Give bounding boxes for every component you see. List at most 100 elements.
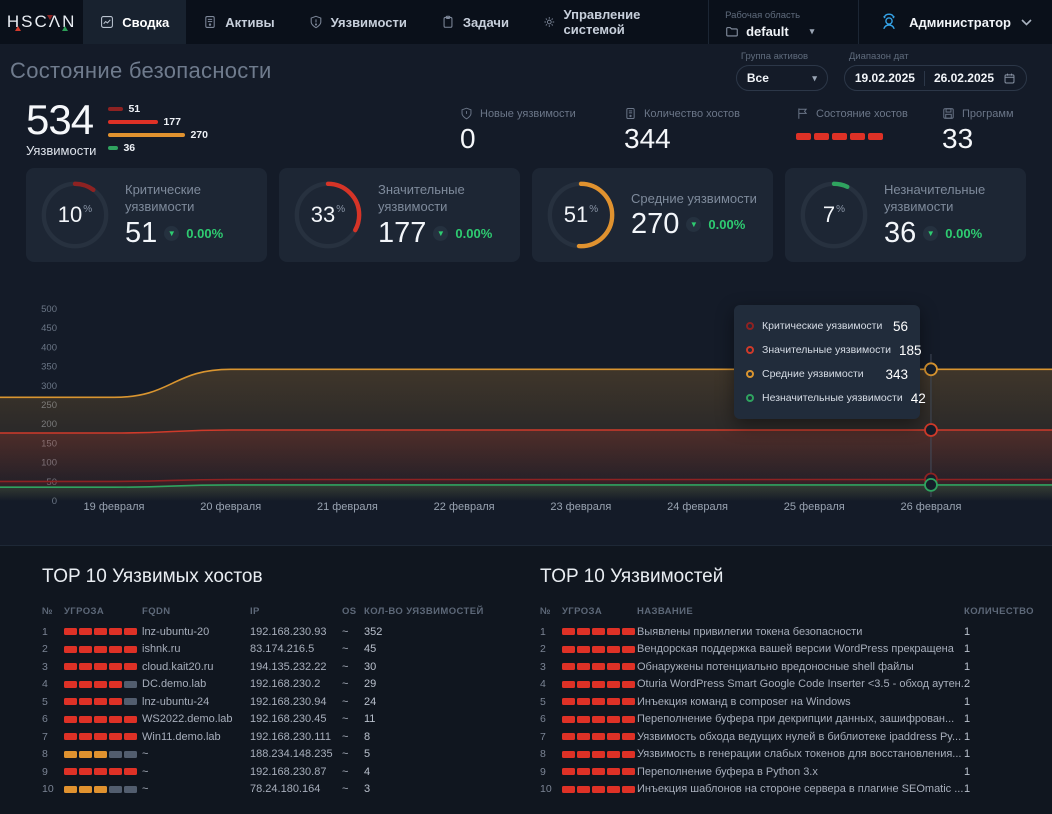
- table-cell: cloud.kait20.ru: [142, 661, 250, 673]
- table-row[interactable]: 2ishnk.ru83.174.216.5~45: [42, 641, 500, 659]
- table-row[interactable]: 4Oturia WordPress Smart Google Code Inse…: [540, 676, 1026, 694]
- severity-card-minor: 7% Незначительные уязвимости 36 ▼ 0.00%: [785, 168, 1026, 262]
- table-cell: 188.234.148.235: [250, 748, 342, 760]
- date-range-picker[interactable]: 19.02.2025 26.02.2025: [844, 65, 1027, 91]
- table-row[interactable]: 1Выявлены привилегии токена безопасности…: [540, 623, 1026, 641]
- stat-label: Состояние хостов: [816, 108, 908, 120]
- severity-card-medium: 51% Средние уязвимости 270 ▼ 0.00%: [532, 168, 773, 262]
- table-row[interactable]: 3Обнаружены потенциально вредоносные she…: [540, 658, 1026, 676]
- tooltip-value: 56: [893, 319, 908, 334]
- threat-bar: [622, 768, 635, 775]
- threat-bar: [79, 646, 92, 653]
- threat-bar: [94, 681, 107, 688]
- date-to: 26.02.2025: [934, 71, 994, 85]
- threat-bar: [79, 768, 92, 775]
- tab-vulnerabilities[interactable]: Уязвимости: [292, 0, 424, 44]
- logo-triangle-green-icon: [62, 26, 68, 31]
- host-state-bar: [868, 133, 883, 140]
- threat-bar: [622, 786, 635, 793]
- threat-bars: [562, 681, 637, 688]
- threat-bar: [109, 716, 122, 723]
- threat-bar: [94, 698, 107, 705]
- table-row[interactable]: 8~188.234.148.235~5: [42, 746, 500, 764]
- card-title: Значительные уязвимости: [378, 182, 508, 216]
- table-cell: 3: [42, 661, 64, 673]
- threat-bar: [577, 698, 590, 705]
- tab-assets[interactable]: Активы: [186, 0, 291, 44]
- table-row[interactable]: 6WS2022.demo.lab192.168.230.45~11: [42, 711, 500, 729]
- app-logo[interactable]: HSCΛN: [0, 0, 83, 44]
- table-cell: lnz-ubuntu-20: [142, 626, 250, 638]
- top-vulnerabilities-table: TOP 10 Уязвимостей №УГРОЗАНАЗВАНИЕКОЛИЧЕ…: [540, 560, 1026, 814]
- table-cell: 1: [964, 643, 1026, 655]
- table-row[interactable]: 5Инъекция команд в composer на Windows1: [540, 693, 1026, 711]
- threat-bar: [124, 786, 137, 793]
- stat-label: Новые уязвимости: [480, 108, 576, 120]
- tooltip-label: Средние уязвимости: [762, 368, 877, 380]
- nav-right: Рабочая область default ▾ Администратор: [708, 0, 1052, 44]
- table-row[interactable]: 10Инъекция шаблонов на стороне сервера в…: [540, 781, 1026, 799]
- threat-bar: [592, 681, 605, 688]
- table-cell: Переполнение буфера при декрипции данных…: [637, 713, 964, 725]
- table-row[interactable]: 6Переполнение буфера при декрипции данны…: [540, 711, 1026, 729]
- threat-bar: [124, 663, 137, 670]
- asset-group-select[interactable]: Все ▾: [736, 65, 828, 91]
- table-row[interactable]: 1lnz-ubuntu-20192.168.230.93~352: [42, 623, 500, 641]
- tab-summary[interactable]: Сводка: [83, 0, 186, 44]
- svg-text:24 февраля: 24 февраля: [667, 501, 728, 513]
- threat-bar: [79, 733, 92, 740]
- table-row[interactable]: 8Уязвимость в генерации слабых токенов д…: [540, 746, 1026, 764]
- workspace-label: Рабочая область: [725, 10, 842, 21]
- table-cell: Вендорская поддержка вашей версии WordPr…: [637, 643, 964, 655]
- threat-bar: [64, 768, 77, 775]
- table-row[interactable]: 9~192.168.230.87~4: [42, 763, 500, 781]
- tooltip-value: 42: [911, 391, 926, 406]
- threat-bar: [109, 786, 122, 793]
- stat-programs: Программ 33: [942, 105, 1026, 153]
- breakdown-row: 36: [108, 143, 208, 153]
- threat-bar: [64, 628, 77, 635]
- tab-system-management[interactable]: Управление системой: [526, 0, 708, 44]
- user-name: Администратор: [909, 15, 1011, 30]
- table-cell: 192.168.230.87: [250, 766, 342, 778]
- table-cell: 192.168.230.45: [250, 713, 342, 725]
- table-cell: ~: [342, 661, 364, 673]
- threat-bar: [79, 663, 92, 670]
- column-header: IP: [250, 606, 342, 617]
- threat-bar: [592, 663, 605, 670]
- user-menu[interactable]: Администратор: [858, 0, 1052, 44]
- header-controls: Группа активов Все ▾ Диапазон дат 19.02.…: [736, 51, 1027, 91]
- table-row[interactable]: 10~78.24.180.164~3: [42, 781, 500, 799]
- table-row[interactable]: 4DC.demo.lab192.168.230.2~29: [42, 676, 500, 694]
- threat-bar: [622, 716, 635, 723]
- table-row[interactable]: 5lnz-ubuntu-24192.168.230.94~24: [42, 693, 500, 711]
- table-row[interactable]: 3cloud.kait20.ru194.135.232.22~30: [42, 658, 500, 676]
- stat-new-vulnerabilities: Новые уязвимости 0: [460, 105, 624, 153]
- threat-bar: [607, 628, 620, 635]
- table-cell: 4: [364, 766, 500, 778]
- threat-bar: [562, 751, 575, 758]
- table-cell: ~: [342, 783, 364, 795]
- table-cell: Win11.demo.lab: [142, 731, 250, 743]
- table-row[interactable]: 7Уязвимость обхода ведущих нулей в библи…: [540, 728, 1026, 746]
- threat-bar: [562, 716, 575, 723]
- flag-icon: [796, 107, 809, 120]
- breakdown-value: 270: [190, 129, 208, 141]
- stat-host-count: Количество хостов 344: [624, 105, 796, 153]
- table-row[interactable]: 7Win11.demo.lab192.168.230.111~8: [42, 728, 500, 746]
- breakdown-row: 51: [108, 104, 208, 114]
- trend-down-icon: ▼: [923, 226, 938, 241]
- workspace-selector[interactable]: Рабочая область default ▾: [708, 0, 858, 44]
- severity-breakdown-bars: 5117727036: [108, 104, 208, 153]
- column-header: УГРОЗА: [562, 606, 637, 617]
- card-value: 36: [884, 219, 916, 248]
- table-row[interactable]: 2Вендорская поддержка вашей версии WordP…: [540, 641, 1026, 659]
- column-header: КОЛ-ВО УЯЗВИМОСТЕЙ: [364, 606, 500, 617]
- table-row[interactable]: 9Переполнение буфера в Python 3.x1: [540, 763, 1026, 781]
- table-cell: 192.168.230.111: [250, 731, 342, 743]
- chart-icon: [100, 15, 114, 29]
- threat-bars: [562, 786, 637, 793]
- tab-tasks[interactable]: Задачи: [424, 0, 526, 44]
- threat-bar: [64, 681, 77, 688]
- threat-bar: [64, 646, 77, 653]
